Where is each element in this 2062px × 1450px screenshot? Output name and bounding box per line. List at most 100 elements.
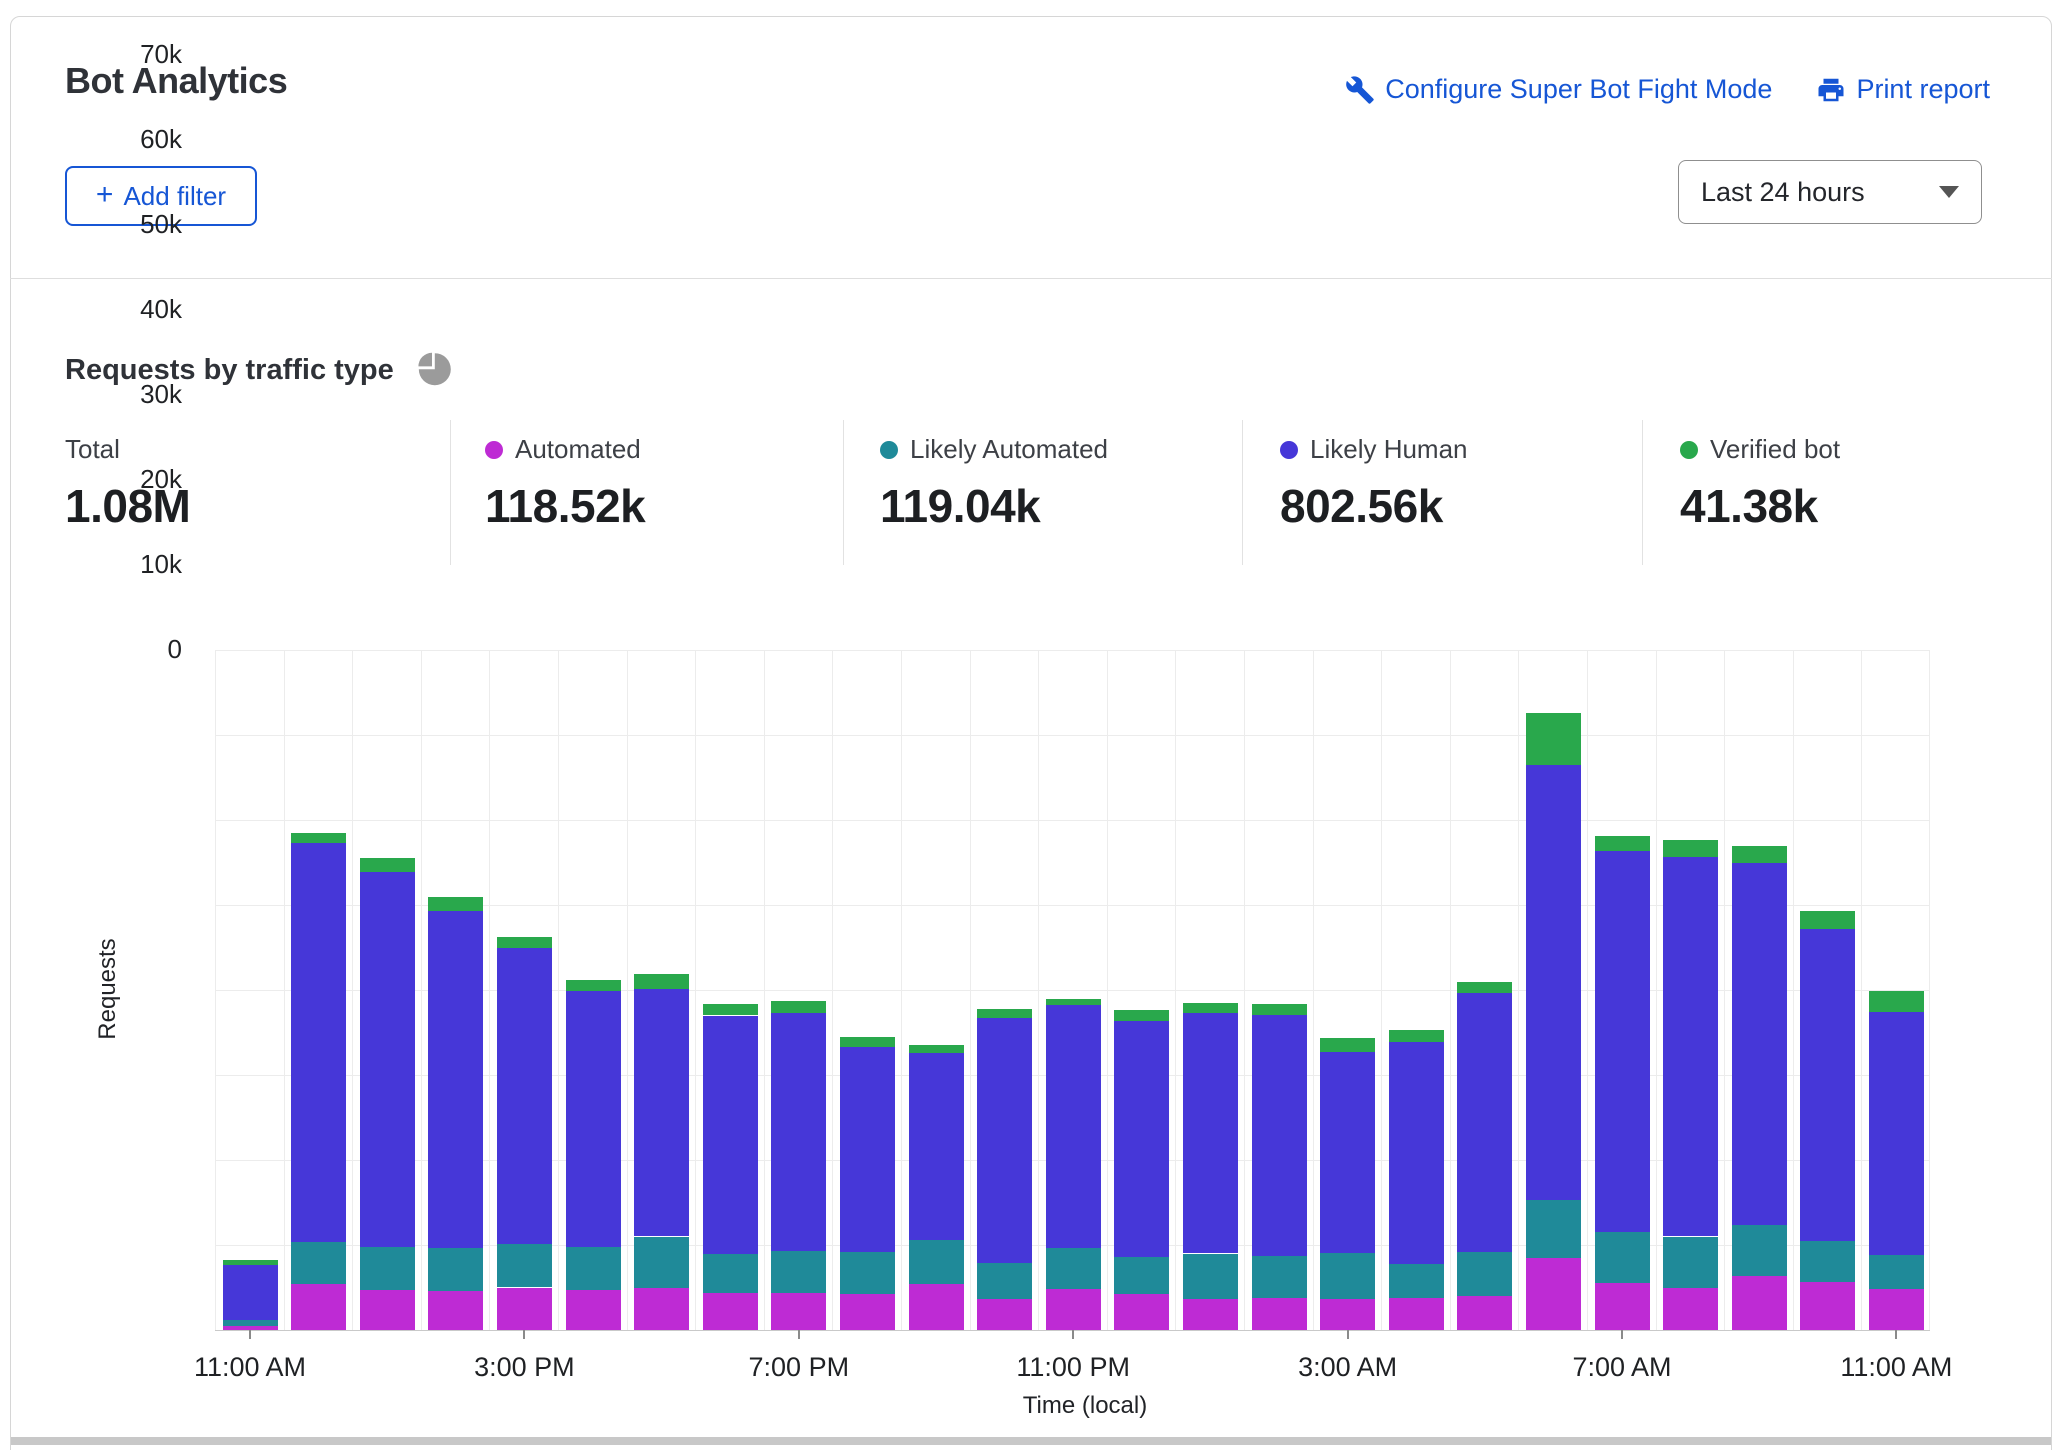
bar-segment-likely-human[interactable] — [566, 991, 621, 1247]
bar-segment-automated[interactable] — [1457, 1296, 1512, 1330]
bar-segment-automated[interactable] — [1320, 1299, 1375, 1330]
bar-segment-likely-human[interactable] — [291, 843, 346, 1242]
bar-segment-likely-automated[interactable] — [1114, 1257, 1169, 1294]
bar-segment-verified-bot[interactable] — [703, 1004, 758, 1016]
bar-segment-automated[interactable] — [634, 1288, 689, 1330]
bar-segment-likely-human[interactable] — [1800, 929, 1855, 1241]
bar-segment-likely-automated[interactable] — [1046, 1248, 1101, 1289]
bar-segment-likely-human[interactable] — [703, 1016, 758, 1254]
bar-segment-likely-automated[interactable] — [1183, 1254, 1238, 1299]
bar-segment-likely-automated[interactable] — [1320, 1253, 1375, 1300]
bar-segment-automated[interactable] — [1183, 1299, 1238, 1330]
bar-segment-likely-human[interactable] — [634, 989, 689, 1236]
bar-segment-likely-human[interactable] — [909, 1053, 964, 1240]
bar-segment-verified-bot[interactable] — [909, 1045, 964, 1053]
configure-super-bot-fight-mode-link[interactable]: Configure Super Bot Fight Mode — [1345, 74, 1772, 105]
bar-segment-automated[interactable] — [1800, 1282, 1855, 1330]
bar-segment-verified-bot[interactable] — [771, 1001, 826, 1013]
bar-segment-likely-automated[interactable] — [1457, 1252, 1512, 1296]
bar-segment-automated[interactable] — [360, 1290, 415, 1330]
bar-segment-automated[interactable] — [428, 1291, 483, 1330]
bar-segment-automated[interactable] — [1732, 1276, 1787, 1330]
bar-segment-verified-bot[interactable] — [428, 897, 483, 911]
bar-segment-automated[interactable] — [1663, 1288, 1718, 1331]
bar-segment-verified-bot[interactable] — [1389, 1030, 1444, 1042]
bar-segment-verified-bot[interactable] — [223, 1260, 278, 1265]
bar-segment-likely-human[interactable] — [1320, 1052, 1375, 1253]
bar-segment-automated[interactable] — [977, 1299, 1032, 1330]
bar-segment-verified-bot[interactable] — [1046, 999, 1101, 1006]
time-range-select[interactable]: Last 24 hours — [1678, 160, 1982, 224]
bar-segment-verified-bot[interactable] — [291, 833, 346, 843]
bar-segment-automated[interactable] — [1114, 1294, 1169, 1330]
bar-segment-likely-automated[interactable] — [1663, 1237, 1718, 1288]
bar-segment-likely-human[interactable] — [1595, 851, 1650, 1232]
bar-segment-likely-automated[interactable] — [634, 1237, 689, 1289]
bar-segment-automated[interactable] — [909, 1284, 964, 1330]
bar-segment-automated[interactable] — [703, 1293, 758, 1330]
bar-segment-verified-bot[interactable] — [1869, 991, 1924, 1012]
bar-segment-likely-automated[interactable] — [360, 1247, 415, 1290]
bar-segment-likely-human[interactable] — [1526, 765, 1581, 1200]
bar-segment-verified-bot[interactable] — [634, 974, 689, 989]
bar-segment-verified-bot[interactable] — [977, 1009, 1032, 1018]
bar-segment-likely-automated[interactable] — [703, 1254, 758, 1293]
bar-segment-automated[interactable] — [497, 1288, 552, 1331]
bar-segment-likely-automated[interactable] — [223, 1320, 278, 1326]
bar-segment-verified-bot[interactable] — [840, 1037, 895, 1047]
bar-segment-likely-human[interactable] — [223, 1265, 278, 1319]
bar-segment-likely-human[interactable] — [1732, 863, 1787, 1225]
bar-segment-likely-human[interactable] — [771, 1013, 826, 1251]
bar-segment-verified-bot[interactable] — [1732, 846, 1787, 863]
bar-segment-likely-automated[interactable] — [909, 1240, 964, 1284]
bar-segment-verified-bot[interactable] — [1663, 840, 1718, 857]
bar-segment-automated[interactable] — [840, 1294, 895, 1330]
bar-segment-likely-human[interactable] — [1457, 993, 1512, 1252]
bar-segment-likely-automated[interactable] — [1389, 1264, 1444, 1298]
bar-segment-automated[interactable] — [771, 1293, 826, 1330]
bar-segment-likely-automated[interactable] — [1869, 1255, 1924, 1289]
bar-segment-likely-automated[interactable] — [1732, 1225, 1787, 1276]
bar-segment-likely-automated[interactable] — [840, 1252, 895, 1295]
bar-segment-verified-bot[interactable] — [1800, 911, 1855, 929]
bar-segment-automated[interactable] — [1046, 1289, 1101, 1330]
bar-segment-verified-bot[interactable] — [1320, 1038, 1375, 1052]
bar-segment-likely-human[interactable] — [1252, 1015, 1307, 1256]
bar-segment-likely-automated[interactable] — [497, 1244, 552, 1287]
bar-segment-verified-bot[interactable] — [1114, 1010, 1169, 1021]
bar-segment-verified-bot[interactable] — [360, 858, 415, 872]
bar-segment-likely-human[interactable] — [1114, 1021, 1169, 1256]
bar-segment-verified-bot[interactable] — [1595, 836, 1650, 851]
bar-segment-likely-human[interactable] — [1389, 1042, 1444, 1264]
bar-segment-likely-human[interactable] — [360, 872, 415, 1247]
bar-segment-verified-bot[interactable] — [1183, 1003, 1238, 1013]
bar-segment-likely-human[interactable] — [840, 1047, 895, 1252]
bar-segment-likely-automated[interactable] — [771, 1251, 826, 1293]
bar-segment-automated[interactable] — [1526, 1258, 1581, 1330]
bar-segment-verified-bot[interactable] — [1252, 1004, 1307, 1015]
bar-segment-verified-bot[interactable] — [1526, 713, 1581, 765]
bar-segment-likely-automated[interactable] — [1595, 1232, 1650, 1283]
bar-segment-verified-bot[interactable] — [1457, 982, 1512, 993]
bar-segment-likely-human[interactable] — [1869, 1012, 1924, 1255]
print-report-link[interactable]: Print report — [1816, 74, 1990, 105]
bar-segment-likely-automated[interactable] — [1800, 1241, 1855, 1283]
bar-segment-likely-automated[interactable] — [1252, 1256, 1307, 1298]
bar-segment-likely-human[interactable] — [1663, 857, 1718, 1237]
bar-segment-likely-automated[interactable] — [977, 1263, 1032, 1300]
bar-segment-likely-human[interactable] — [428, 911, 483, 1248]
bar-segment-likely-automated[interactable] — [291, 1242, 346, 1285]
bar-segment-automated[interactable] — [1389, 1298, 1444, 1330]
bar-segment-likely-human[interactable] — [1183, 1013, 1238, 1254]
bar-segment-likely-automated[interactable] — [1526, 1200, 1581, 1258]
bar-segment-likely-human[interactable] — [497, 948, 552, 1244]
bar-segment-likely-human[interactable] — [977, 1018, 1032, 1263]
bar-segment-likely-automated[interactable] — [428, 1248, 483, 1291]
bar-segment-automated[interactable] — [566, 1290, 621, 1330]
bar-segment-automated[interactable] — [1869, 1289, 1924, 1330]
bar-segment-verified-bot[interactable] — [497, 937, 552, 948]
bar-segment-likely-automated[interactable] — [566, 1247, 621, 1290]
bar-segment-automated[interactable] — [291, 1284, 346, 1330]
bar-segment-likely-human[interactable] — [1046, 1005, 1101, 1248]
bar-segment-verified-bot[interactable] — [566, 980, 621, 991]
